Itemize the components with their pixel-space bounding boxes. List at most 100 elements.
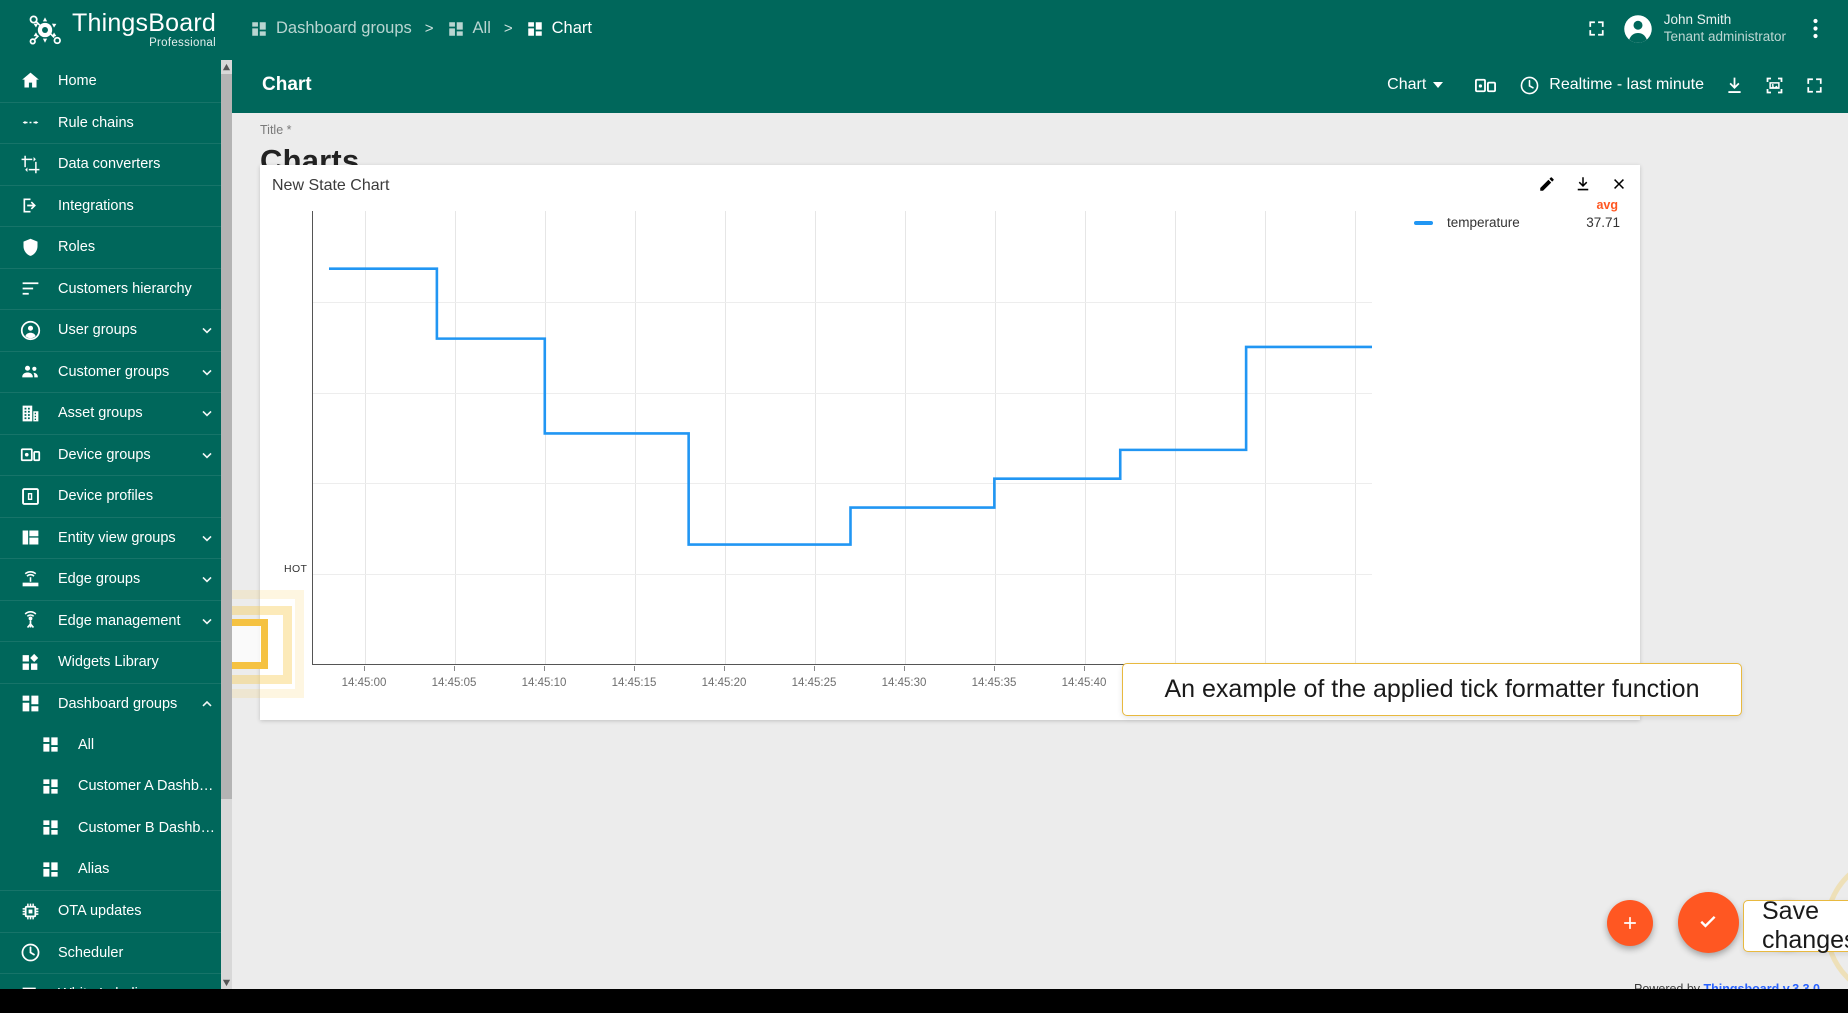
home-icon	[18, 69, 42, 93]
top-bar: Dashboard groups > All > Chart John Smith Te…	[232, 0, 1848, 57]
breadcrumb-item-label: Chart	[551, 19, 592, 37]
download-icon[interactable]	[1572, 173, 1594, 195]
sidebar-item-label: Entity view groups	[58, 529, 176, 546]
fullscreen-icon[interactable]	[1794, 65, 1834, 105]
data-converters-icon	[18, 152, 42, 176]
sidebar-item-device-groups[interactable]: Device groups	[0, 433, 232, 476]
dashboard-icon	[38, 857, 62, 881]
close-icon[interactable]	[1608, 173, 1630, 195]
breadcrumb-item-label: All	[472, 19, 491, 37]
sidebar-item-scheduler[interactable]: Scheduler	[0, 931, 232, 974]
x-axis-tick-label: 14:45:35	[971, 677, 1017, 689]
x-axis-tickmark	[454, 666, 455, 671]
edit-pencil-icon[interactable]	[1536, 173, 1558, 195]
more-options-icon[interactable]	[1798, 9, 1832, 49]
device-profile-icon	[18, 484, 42, 508]
dashboard-icon	[526, 20, 544, 38]
thingsboard-logo-icon	[29, 15, 61, 45]
widgets-library-icon	[18, 650, 42, 674]
rule-chains-icon	[18, 111, 42, 135]
sidebar-scroll-thumb[interactable]	[221, 74, 232, 799]
sidebar-scrollbar[interactable]	[221, 60, 232, 1013]
dashboard-icon	[38, 816, 62, 840]
sidebar-item-alias[interactable]: Alias	[0, 849, 232, 891]
dashboard-state-selector[interactable]: Chart	[1387, 76, 1444, 94]
sidebar-item-entity-view-groups[interactable]: Entity view groups	[0, 516, 232, 559]
sidebar-item-device-profiles[interactable]: Device profiles	[0, 475, 232, 517]
sidebar-item-rule-chains[interactable]: Rule chains	[0, 101, 232, 144]
brand-logo-block[interactable]: ThingsBoard Professional	[0, 0, 232, 60]
app-root: ThingsBoard Professional Home Rule chains…	[0, 0, 1848, 1013]
breadcrumb-separator: >	[503, 20, 513, 37]
sidebar-item-label: Edge groups	[58, 571, 141, 588]
sidebar-item-label: Customer B Dashboards	[78, 819, 216, 836]
scroll-down-arrow-icon[interactable]	[221, 975, 232, 989]
sidebar-item-label: OTA updates	[58, 903, 142, 920]
device-icon	[18, 443, 42, 467]
sidebar-item-dashboard-groups[interactable]: Dashboard groups	[0, 682, 232, 725]
breadcrumb-separator: >	[424, 20, 434, 37]
sidebar-item-label: Dashboard groups	[58, 695, 178, 712]
dashboard-icon	[250, 20, 268, 38]
sidebar-item-home[interactable]: Home	[0, 60, 232, 102]
sidebar-item-customer-a-dashboards[interactable]: Customer A Dashboards	[0, 766, 232, 808]
breadcrumb-item-all[interactable]: All	[447, 19, 491, 38]
sidebar-item-label: Data converters	[58, 156, 161, 173]
sidebar-item-data-converters[interactable]: Data converters	[0, 143, 232, 185]
chart-plot: 14:45:00 14:45:05 14:45:10 14:45:15 14:45:20…	[282, 205, 1376, 695]
add-widget-button[interactable]	[1607, 899, 1653, 946]
chart-legend: avg temperature 37.71	[1414, 198, 1624, 230]
x-axis-tick-label: 14:45:15	[611, 677, 657, 689]
sidebar-item-customers-hierarchy[interactable]: Customers hierarchy	[0, 267, 232, 310]
x-axis-tick-label: 14:45:20	[701, 677, 747, 689]
sidebar-item-label: Device profiles	[58, 488, 154, 505]
scroll-up-arrow-icon[interactable]	[221, 60, 232, 74]
x-axis-tickmark	[994, 666, 995, 671]
chart-widget: New State Chart avg temperature 37.71 14…	[260, 165, 1640, 720]
sidebar-item-customer-groups[interactable]: Customer groups	[0, 350, 232, 393]
x-axis-tick-label: 14:45:10	[521, 677, 567, 689]
legend-aggregation-header: avg	[1596, 198, 1618, 212]
series-path-temperature	[329, 269, 1372, 545]
sidebar-item-roles[interactable]: Roles	[0, 226, 232, 268]
download-icon[interactable]	[1714, 65, 1754, 105]
sidebar-item-label: Customer A Dashboards	[78, 778, 216, 795]
sidebar-item-asset-groups[interactable]: Asset groups	[0, 392, 232, 434]
apply-changes-button[interactable]	[1678, 892, 1739, 953]
sidebar-item-label: Edge management	[58, 612, 181, 629]
ota-chip-icon	[18, 899, 42, 923]
sidebar-item-edge-management[interactable]: Edge management	[0, 599, 232, 642]
screen-bottom-letterbox	[0, 989, 1848, 1013]
device-filter-icon[interactable]	[1465, 65, 1505, 105]
timewindow-button[interactable]: Realtime - last minute	[1519, 75, 1704, 96]
x-axis-tickmark	[814, 666, 815, 671]
fullscreen-icon[interactable]	[1577, 9, 1617, 49]
y-axis-tick-label-hot: HOT	[284, 563, 308, 575]
sidebar-item-ota-updates[interactable]: OTA updates	[0, 890, 232, 932]
title-field-label: Title *	[260, 123, 292, 137]
legend-item-temperature[interactable]: temperature 37.71	[1414, 215, 1624, 230]
sidebar-item-label: All	[78, 736, 95, 753]
x-axis-tickmark	[1084, 666, 1085, 671]
user-menu[interactable]: John Smith Tenant administrator	[1623, 12, 1786, 46]
sidebar-item-all[interactable]: All	[0, 724, 232, 766]
sidebar-item-widgets-library[interactable]: Widgets Library	[0, 641, 232, 683]
dashboard-state-label: Chart	[1387, 76, 1427, 93]
sidebar-item-edge-groups[interactable]: Edge groups	[0, 558, 232, 600]
chart-plot-area[interactable]	[312, 211, 1372, 665]
x-axis-tickmark	[544, 666, 545, 671]
sidebar-item-customer-b-dashboards[interactable]: Customer B Dashboards	[0, 807, 232, 849]
sidebar-item-integrations[interactable]: Integrations	[0, 184, 232, 227]
x-axis-tick-label: 14:45:25	[791, 677, 837, 689]
sidebar-item-user-groups[interactable]: User groups	[0, 309, 232, 351]
image-export-icon[interactable]	[1754, 65, 1794, 105]
x-axis-tick-label: 14:45:00	[341, 677, 387, 689]
dashboard-title: Chart	[262, 74, 312, 95]
breadcrumb-item-dashboard-groups[interactable]: Dashboard groups	[250, 19, 412, 38]
breadcrumb-item-chart: Chart	[526, 19, 592, 38]
sidebar-item-label: Device groups	[58, 446, 151, 463]
breadcrumb: Dashboard groups > All > Chart	[250, 19, 592, 38]
x-axis-tickmark	[904, 666, 905, 671]
sidebar-item-label: Asset groups	[58, 405, 143, 422]
sidebar-item-label: Customers hierarchy	[58, 280, 192, 297]
